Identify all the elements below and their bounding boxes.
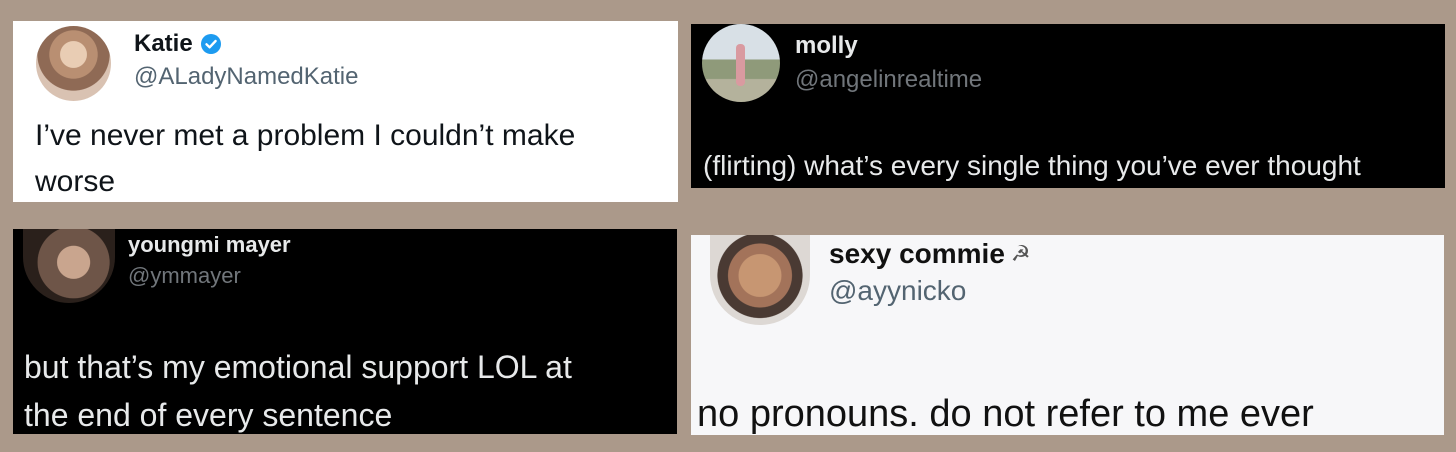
tweet-card-sexy-commie[interactable]: sexy commie ☭ @ayynicko no pronouns. do … [691,235,1444,435]
display-name-text: molly [795,32,858,59]
user-handle[interactable]: @angelinrealtime [795,66,982,94]
display-name-text: sexy commie [829,238,1005,269]
tweet-text-line: I’ve never met a problem I couldn’t make [35,119,576,152]
user-handle[interactable]: @ALadyNamedKatie [134,63,358,91]
tweet-card-molly[interactable]: molly @angelinrealtime (flirting) what’s… [691,24,1445,188]
display-name[interactable]: molly [795,32,858,60]
avatar[interactable] [710,235,810,325]
display-name[interactable]: sexy commie ☭ [829,238,1031,270]
avatar[interactable] [702,24,780,102]
avatar-figure [736,44,745,86]
tweet-text-line: but that’s my emotional support LOL at [24,349,572,385]
display-name-text: youngmi mayer [128,232,291,257]
avatar[interactable] [23,229,115,303]
hammer-sickle-icon: ☭ [1010,241,1031,266]
display-name[interactable]: youngmi mayer [128,232,291,258]
avatar[interactable] [36,26,111,101]
tweet-text-line: no pronouns. do not refer to me ever [697,393,1314,435]
user-handle[interactable]: @ymmayer [128,263,241,289]
tweet-text-line: worse [35,165,116,198]
tweet-text-line: the end of every sentence [24,397,393,433]
tweet-card-youngmi[interactable]: youngmi mayer @ymmayer but that’s my emo… [13,229,677,434]
display-name-text: Katie [134,30,193,57]
user-handle[interactable]: @ayynicko [829,275,966,307]
tweet-card-katie[interactable]: Katie @ALadyNamedKatie I’ve never met a … [13,21,678,202]
tweet-text-line: (flirting) what’s every single thing you… [703,150,1361,181]
display-name[interactable]: Katie [134,30,222,58]
verified-badge-icon [200,34,221,54]
